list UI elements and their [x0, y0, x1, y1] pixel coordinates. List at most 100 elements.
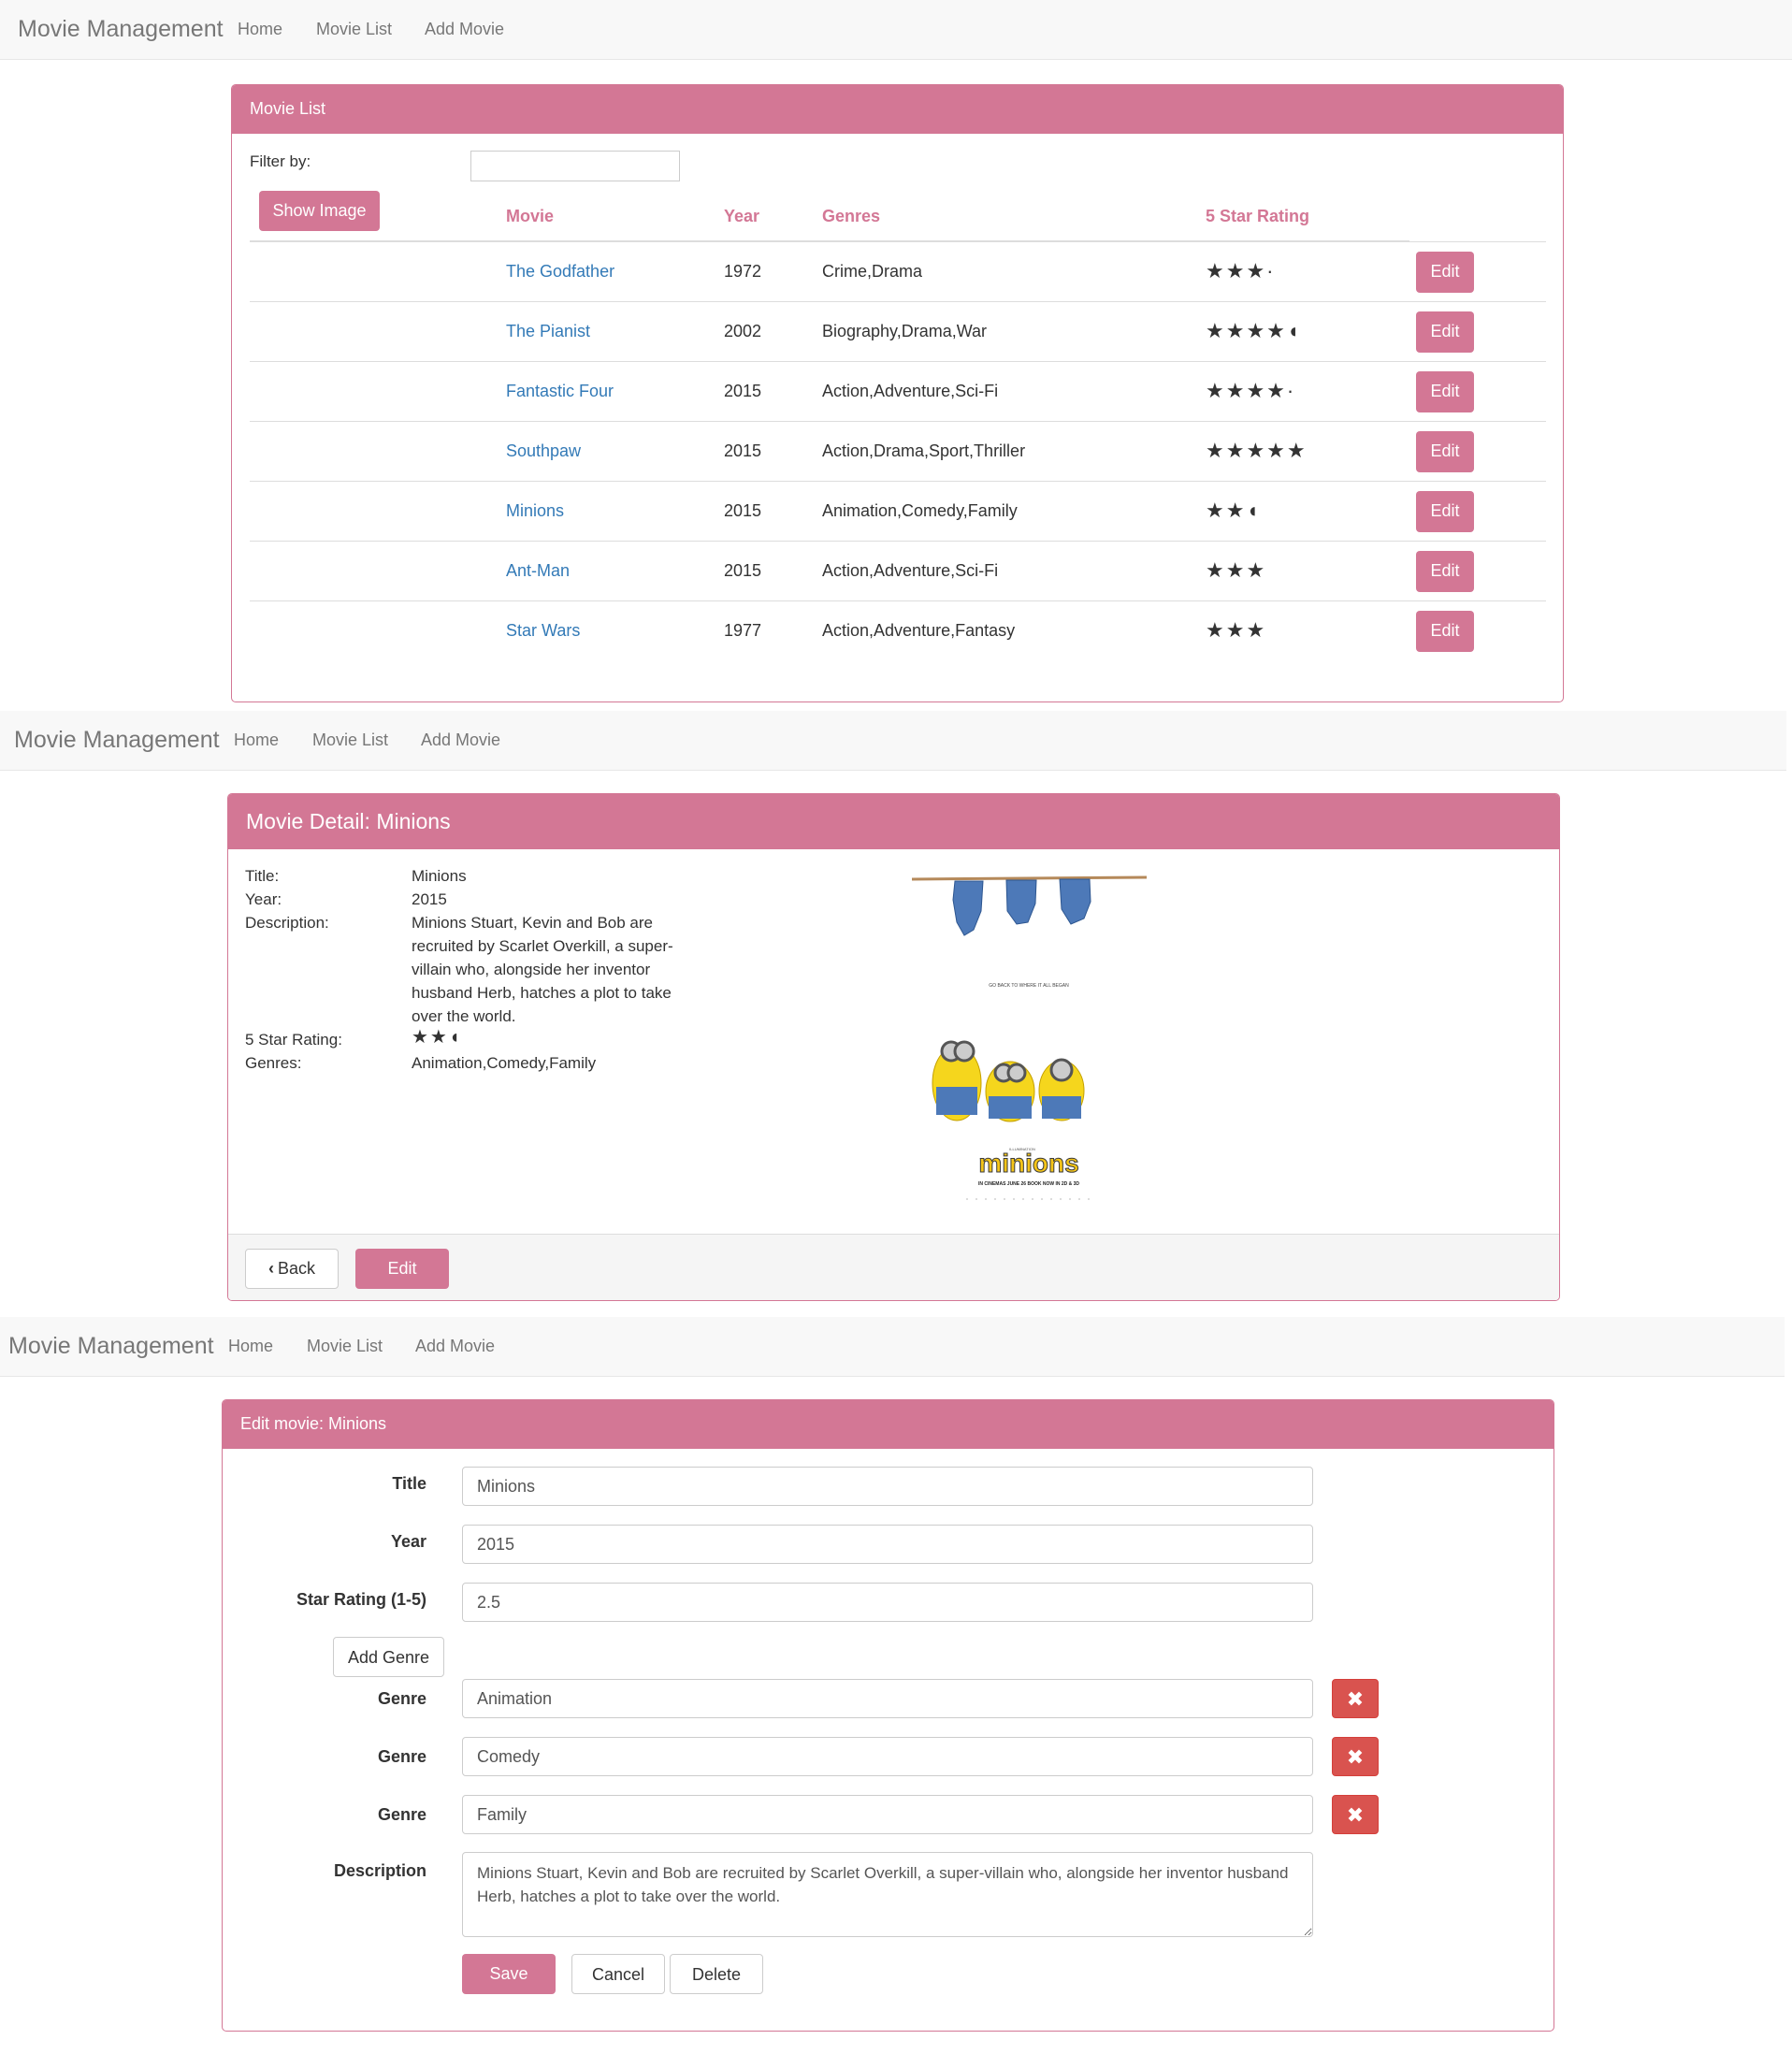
remove-genre-button[interactable]: ✖ — [1332, 1737, 1379, 1776]
genre-input[interactable] — [462, 1737, 1313, 1776]
nav-movie-list-link[interactable]: Movie List — [312, 730, 388, 750]
poster-tagline: GO BACK TO WHERE IT ALL BEGAN — [989, 983, 1069, 989]
detail-rating-stars: ★★◖ — [412, 1027, 462, 1048]
panel-title: Movie Detail: Minions — [246, 809, 451, 833]
movie-title-link[interactable]: Southpaw — [506, 441, 581, 461]
edit-button[interactable]: Edit — [1416, 311, 1474, 353]
remove-genre-button[interactable]: ✖ — [1332, 1679, 1379, 1718]
nav-add-movie-link[interactable]: Add Movie — [415, 1337, 495, 1356]
movie-title-link[interactable]: The Godfather — [506, 262, 614, 282]
column-header-genres[interactable]: Genres — [822, 207, 880, 226]
save-button[interactable]: Save — [462, 1954, 556, 1994]
movie-genres: Action,Adventure,Fantasy — [822, 621, 1016, 640]
filter-input[interactable] — [470, 151, 680, 181]
movie-genres: Action,Drama,Sport,Thriller — [822, 441, 1026, 460]
nav-add-movie-link[interactable]: Add Movie — [421, 730, 500, 750]
detail-edit-button[interactable]: Edit — [355, 1249, 449, 1289]
chevron-left-icon: ‹ — [267, 1259, 274, 1278]
star-rating: ★★★ — [1206, 558, 1267, 582]
star-rating: ★★★· — [1206, 259, 1276, 282]
edit-button[interactable]: Edit — [1416, 491, 1474, 532]
movie-year: 1972 — [724, 262, 762, 281]
nav-add-movie-link[interactable]: Add Movie — [425, 20, 504, 39]
add-genre-button[interactable]: Add Genre — [333, 1637, 444, 1677]
column-header-movie[interactable]: Movie — [506, 207, 554, 226]
movie-year: 2015 — [724, 441, 762, 460]
star-rating: ★★★ — [1206, 618, 1267, 642]
navbar-brand[interactable]: Movie Management — [8, 1333, 214, 1360]
close-icon: ✖ — [1346, 1803, 1365, 1827]
detail-description-label: Description: — [245, 914, 329, 932]
movie-title-link[interactable]: Ant-Man — [506, 561, 570, 581]
movie-genres: Action,Adventure,Sci-Fi — [822, 382, 999, 400]
table-row: Star Wars 1977 Action,Adventure,Fantasy ★★★… — [250, 600, 1546, 661]
detail-description-value: Minions Stuart, Kevin and Bob are recrui… — [412, 914, 673, 1025]
cancel-button[interactable]: Cancel — [571, 1954, 665, 1994]
movie-year: 2015 — [724, 382, 762, 400]
star-rating: ★★◖ — [1206, 499, 1261, 522]
description-label: Description — [333, 1861, 426, 1880]
description-textarea[interactable]: Minions Stuart, Kevin and Bob are recrui… — [462, 1852, 1313, 1937]
title-label: Title — [392, 1474, 426, 1493]
movie-genres: Action,Adventure,Sci-Fi — [822, 561, 999, 580]
genre-label: Genre — [377, 1805, 426, 1824]
detail-title-label: Title: — [245, 867, 280, 885]
genre-input[interactable] — [462, 1795, 1313, 1834]
genre-label: Genre — [377, 1689, 426, 1708]
detail-genres-label: Genres: — [245, 1054, 302, 1072]
movie-title-link[interactable]: The Pianist — [506, 322, 590, 341]
movie-poster-image: GO BACK TO WHERE IT ALL BEGAN ILLUMINATI… — [910, 862, 1149, 1208]
star-rating: ★★★★★ — [1206, 439, 1308, 462]
movie-title-link[interactable]: Minions — [506, 501, 564, 521]
navbar-brand[interactable]: Movie Management — [14, 727, 220, 754]
nav-home-link[interactable]: Home — [228, 1337, 273, 1356]
edit-button[interactable]: Edit — [1416, 252, 1474, 293]
column-header-year[interactable]: Year — [724, 207, 759, 226]
genre-input[interactable] — [462, 1679, 1313, 1718]
year-label: Year — [390, 1532, 426, 1551]
table-row: Southpaw 2015 Action,Drama,Sport,Thriller ★… — [250, 421, 1546, 482]
navbar-brand[interactable]: Movie Management — [18, 16, 224, 43]
movie-year: 1977 — [724, 621, 762, 640]
nav-home-link[interactable]: Home — [238, 20, 282, 39]
navbar: Movie Management Home Movie List Add Mov… — [0, 0, 1792, 60]
poster-logo: minions — [978, 1149, 1078, 1178]
navbar: Movie Management Home Movie List Add Mov… — [0, 1317, 1785, 1377]
close-icon: ✖ — [1346, 1687, 1365, 1711]
table-row: Ant-Man 2015 Action,Adventure,Sci-Fi ★★★ Edi… — [250, 541, 1546, 601]
star-rating: ★★★★◖ — [1206, 319, 1302, 342]
poster-release: IN CINEMAS JUNE 26 BOOK NOW IN 2D & 3D — [978, 1181, 1079, 1187]
detail-year-label: Year: — [245, 890, 282, 908]
poster-illustration: GO BACK TO WHERE IT ALL BEGAN ILLUMINATI… — [911, 875, 1148, 1200]
nav-home-link[interactable]: Home — [234, 730, 279, 750]
year-input[interactable] — [462, 1525, 1313, 1564]
navbar: Movie Management Home Movie List Add Mov… — [0, 711, 1786, 771]
panel-title: Movie List — [250, 99, 326, 118]
movie-year: 2002 — [724, 322, 762, 340]
remove-genre-button[interactable]: ✖ — [1332, 1795, 1379, 1834]
nav-movie-list-link[interactable]: Movie List — [307, 1337, 383, 1356]
edit-button[interactable]: Edit — [1416, 431, 1474, 472]
show-image-button[interactable]: Show Image — [259, 191, 380, 231]
edit-button[interactable]: Edit — [1416, 371, 1474, 412]
edit-button[interactable]: Edit — [1416, 551, 1474, 592]
star-rating-input[interactable] — [462, 1583, 1313, 1622]
star-rating-label: Star Rating (1-5) — [296, 1590, 426, 1609]
back-button[interactable]: ‹ Back — [245, 1249, 339, 1289]
delete-button[interactable]: Delete — [670, 1954, 763, 1994]
table-row: The Godfather 1972 Crime,Drama ★★★· Edit — [250, 241, 1546, 302]
genre-label: Genre — [377, 1747, 426, 1766]
title-input[interactable] — [462, 1467, 1313, 1506]
panel-heading: Movie List — [232, 85, 1563, 134]
nav-movie-list-link[interactable]: Movie List — [316, 20, 392, 39]
column-header-rating[interactable]: 5 Star Rating — [1206, 207, 1309, 226]
movie-genres: Crime,Drama — [822, 262, 923, 281]
filter-label: Filter by: — [250, 152, 311, 170]
panel-title: Edit movie: Minions — [240, 1414, 387, 1433]
edit-button[interactable]: Edit — [1416, 611, 1474, 652]
detail-year-value: 2015 — [412, 890, 447, 908]
movie-title-link[interactable]: Fantastic Four — [506, 382, 614, 401]
movie-year: 2015 — [724, 561, 762, 580]
movie-title-link[interactable]: Star Wars — [506, 621, 580, 641]
panel-heading: Edit movie: Minions — [223, 1400, 1554, 1449]
